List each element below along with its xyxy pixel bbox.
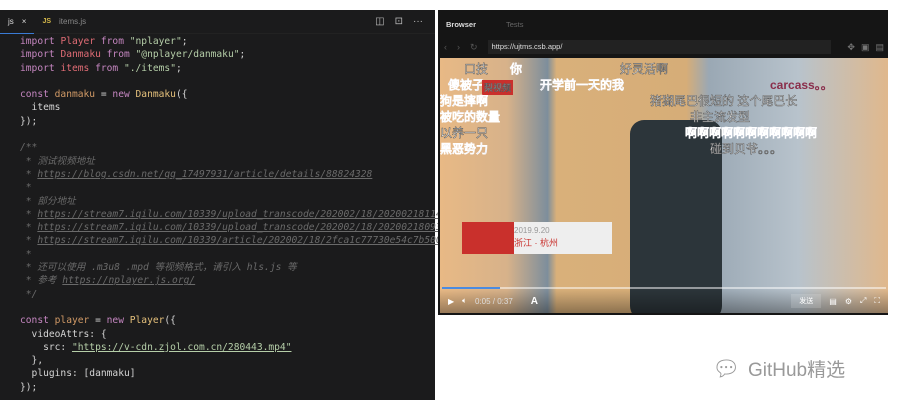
web-fullscreen-icon[interactable]: ⤢ [860, 296, 866, 306]
danmaku-comment: 猪猢尾巴很短的 这个尾巴长 [650, 94, 798, 109]
watermark: 💬︎ GitHub精选 [712, 355, 845, 382]
url-input[interactable]: https://ujtms.csb.app/ [487, 40, 832, 54]
more-icon[interactable]: ··· [413, 16, 423, 27]
code-line: import Player from "nplayer"; [20, 36, 194, 47]
code-line: * https://blog.csdn.net/qq_17497931/arti… [20, 168, 373, 180]
tab-label: items.js [59, 17, 87, 26]
overlay-location: 浙江 · 杭州 [514, 238, 558, 248]
split-editor-icon[interactable]: ◫ [375, 16, 384, 27]
time-display: 0:05 / 0:37 [474, 296, 513, 306]
code-line: }); [20, 381, 38, 393]
watermark-text: GitHub精选 [747, 360, 846, 381]
move-icon[interactable]: ✥ [847, 42, 855, 53]
code-line: import Danmaku from "@nplayer/danmaku"; [20, 49, 246, 61]
fullscreen-icon[interactable]: ⛶ [874, 296, 880, 306]
code-line: videoAttrs: { [20, 328, 107, 340]
code-line: }, [20, 355, 44, 367]
close-icon[interactable]: × [22, 17, 27, 26]
code-line: * https://stream7.iqilu.com/10339/articl… [20, 235, 454, 247]
code-line: * [20, 248, 32, 260]
code-line: plugins: [danmaku] [20, 368, 136, 380]
editor-tab-bar: js × JS items.js ◫ ⊡ ··· [0, 10, 435, 34]
danmaku-font-button[interactable]: A [531, 296, 538, 307]
volume-icon[interactable]: 🔈︎ [462, 296, 467, 306]
code-line: const danmaku = new Danmaku({ [20, 89, 188, 101]
danmaku-comment: 啊啊啊啊啊啊啊啊啊啊啊 [685, 126, 818, 140]
open-window-icon[interactable]: ▣ [861, 42, 870, 53]
code-line: * 测试视频地址 [20, 155, 95, 167]
tab-items-js[interactable]: JS items.js [34, 10, 94, 34]
code-line: * https://stream7.iqilu.com/10339/upload… [20, 222, 459, 234]
danmaku-comment: 傻被子 [448, 78, 485, 92]
new-tab-icon[interactable]: ▤ [875, 42, 884, 53]
danmaku-comment: 以养一只 [440, 126, 489, 141]
code-line: import items from "./items"; [20, 62, 182, 74]
reload-icon[interactable]: ↻ [470, 42, 478, 53]
code-line: * 参考 https://nplayer.js.org/ [20, 275, 196, 287]
browser-panel: Browser Tests ‹ › ↻ https://ujtms.csb.ap… [438, 10, 888, 315]
danmaku-comment: 开学前一天的我 [540, 78, 625, 92]
danmaku-comment: 被吃的数量 [440, 110, 501, 124]
preview-icon[interactable]: ⊡ [395, 16, 403, 27]
danmaku-comment: 好灵活啊 [620, 62, 669, 77]
back-icon[interactable]: ‹ [444, 42, 447, 52]
danmaku-comment: 你 [510, 62, 523, 76]
danmaku-comment: carcass。。 [770, 78, 833, 92]
danmaku-toggle-icon[interactable]: ▤ [829, 297, 837, 306]
video-player[interactable]: 口技你好灵活啊 傻被子 梨视频 开学前一天的我 carcass。。 狗是摔啊 猪猢尾巴很短的… [440, 58, 888, 313]
player-controls: ▶ 🔈︎ 0:05 / 0:37 A 发送 ▤ ⚙ ⤢ ⛶ [440, 289, 888, 313]
code-line: * [20, 182, 32, 194]
code-line: * https://stream7.iqilu.com/10339/upload… [20, 208, 459, 220]
code-line: const player = new Player({ [20, 315, 176, 327]
code-line: * 部分地址 [20, 195, 76, 207]
tab-main-js[interactable]: js × [0, 10, 35, 34]
tab-label: js [8, 16, 14, 26]
tab-browser[interactable]: Browser [446, 20, 476, 29]
wechat-icon: 💬︎ [712, 355, 740, 381]
location-overlay: 2019.9.20 浙江 · 杭州 [462, 222, 612, 254]
settings-icon[interactable]: ⚙ [845, 297, 852, 306]
video-frame-phone [630, 120, 722, 313]
danmaku-comment: 碰到贝爷。。。 [710, 142, 783, 157]
code-line: /** [20, 142, 38, 154]
code-line: */ [20, 288, 38, 300]
danmaku-comment: 口技 [464, 62, 489, 77]
code-content[interactable]: import Player from "nplayer"; import Dan… [20, 35, 459, 394]
danmaku-comment: 非主流发型 [690, 110, 751, 125]
forward-icon[interactable]: › [457, 42, 460, 52]
send-danmaku-button[interactable]: 发送 [791, 294, 822, 308]
play-icon[interactable]: ▶ [448, 297, 454, 306]
tab-tests[interactable]: Tests [506, 20, 524, 29]
code-line: * 还可以使用 .m3u8 .mpd 等视频格式，请引入 hls.js 等 [20, 262, 297, 274]
code-line: src: "https://v-cdn.zjol.com.cn/280443.m… [20, 341, 292, 353]
danmaku-comment: 黑恶势力 [440, 142, 489, 156]
js-file-icon: JS [42, 18, 52, 25]
overlay-date: 2019.9.20 [514, 226, 550, 235]
code-line: items [20, 102, 61, 114]
code-line: }); [20, 115, 38, 127]
danmaku-comment: 狗是摔啊 [440, 94, 489, 108]
code-editor: js × JS items.js ◫ ⊡ ··· import Player from … [0, 10, 459, 400]
